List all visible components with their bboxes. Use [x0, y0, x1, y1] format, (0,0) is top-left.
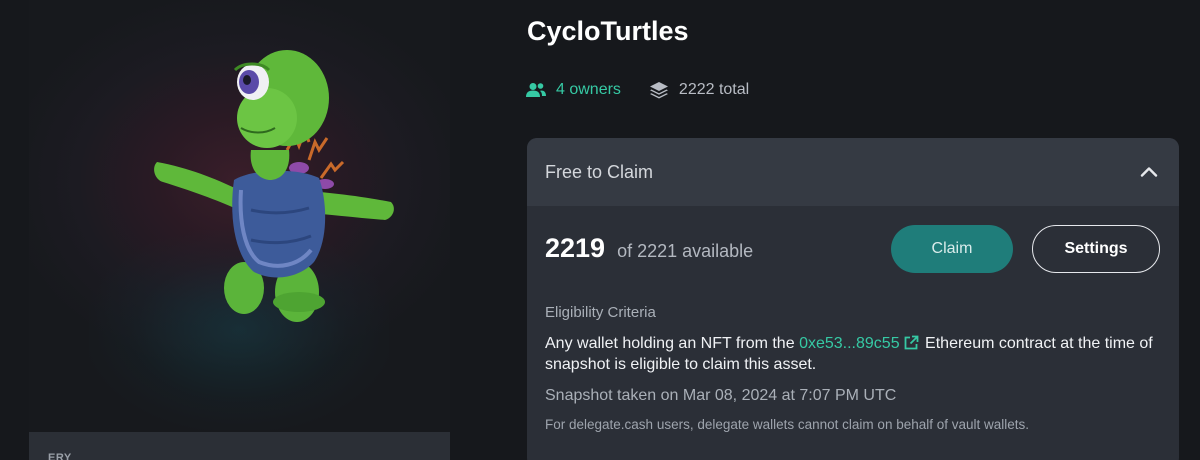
media-footer: ERY	[29, 432, 450, 460]
layers-icon	[649, 82, 668, 99]
external-link-icon[interactable]	[903, 335, 919, 351]
snapshot-info: Snapshot taken on Mar 08, 2024 at 7:07 P…	[545, 387, 897, 404]
claim-header[interactable]: Free to Claim	[527, 138, 1179, 206]
settings-button[interactable]: Settings	[1032, 225, 1160, 273]
total-supply: 2222 total	[649, 81, 749, 99]
eligibility-label: Eligibility Criteria	[545, 304, 656, 321]
eligibility-description: Any wallet holding an NFT from the 0xe53…	[545, 333, 1170, 375]
delegate-note: For delegate.cash users, delegate wallet…	[545, 417, 1030, 432]
nft-artwork[interactable]	[29, 0, 450, 432]
owners-count: 4 owners	[556, 81, 621, 98]
media-panel: ERY	[29, 0, 450, 460]
owners-link[interactable]: 4 owners	[526, 81, 621, 99]
claim-button[interactable]: Claim	[891, 225, 1013, 273]
claim-section-title: Free to Claim	[545, 161, 654, 182]
eligibility-prefix: Any wallet holding an NFT from the	[545, 335, 795, 352]
total-count: 2222 total	[678, 81, 750, 98]
chevron-up-icon[interactable]	[1139, 162, 1159, 182]
availability: 2219 of 2221 available	[545, 233, 753, 264]
collection-stats: 4 owners 2222 total	[526, 78, 749, 102]
available-text: of 2221 available	[617, 241, 754, 261]
collection-title: CycloTurtles	[527, 16, 689, 46]
media-footer-label: ERY	[48, 452, 72, 460]
turtle-artwork	[154, 50, 394, 322]
contract-address-link[interactable]: 0xe53...89c55	[799, 335, 900, 352]
available-count: 2219	[545, 233, 606, 263]
users-icon	[526, 83, 546, 97]
claim-card: Free to Claim 2219 of 2221 available Cla…	[527, 138, 1179, 460]
